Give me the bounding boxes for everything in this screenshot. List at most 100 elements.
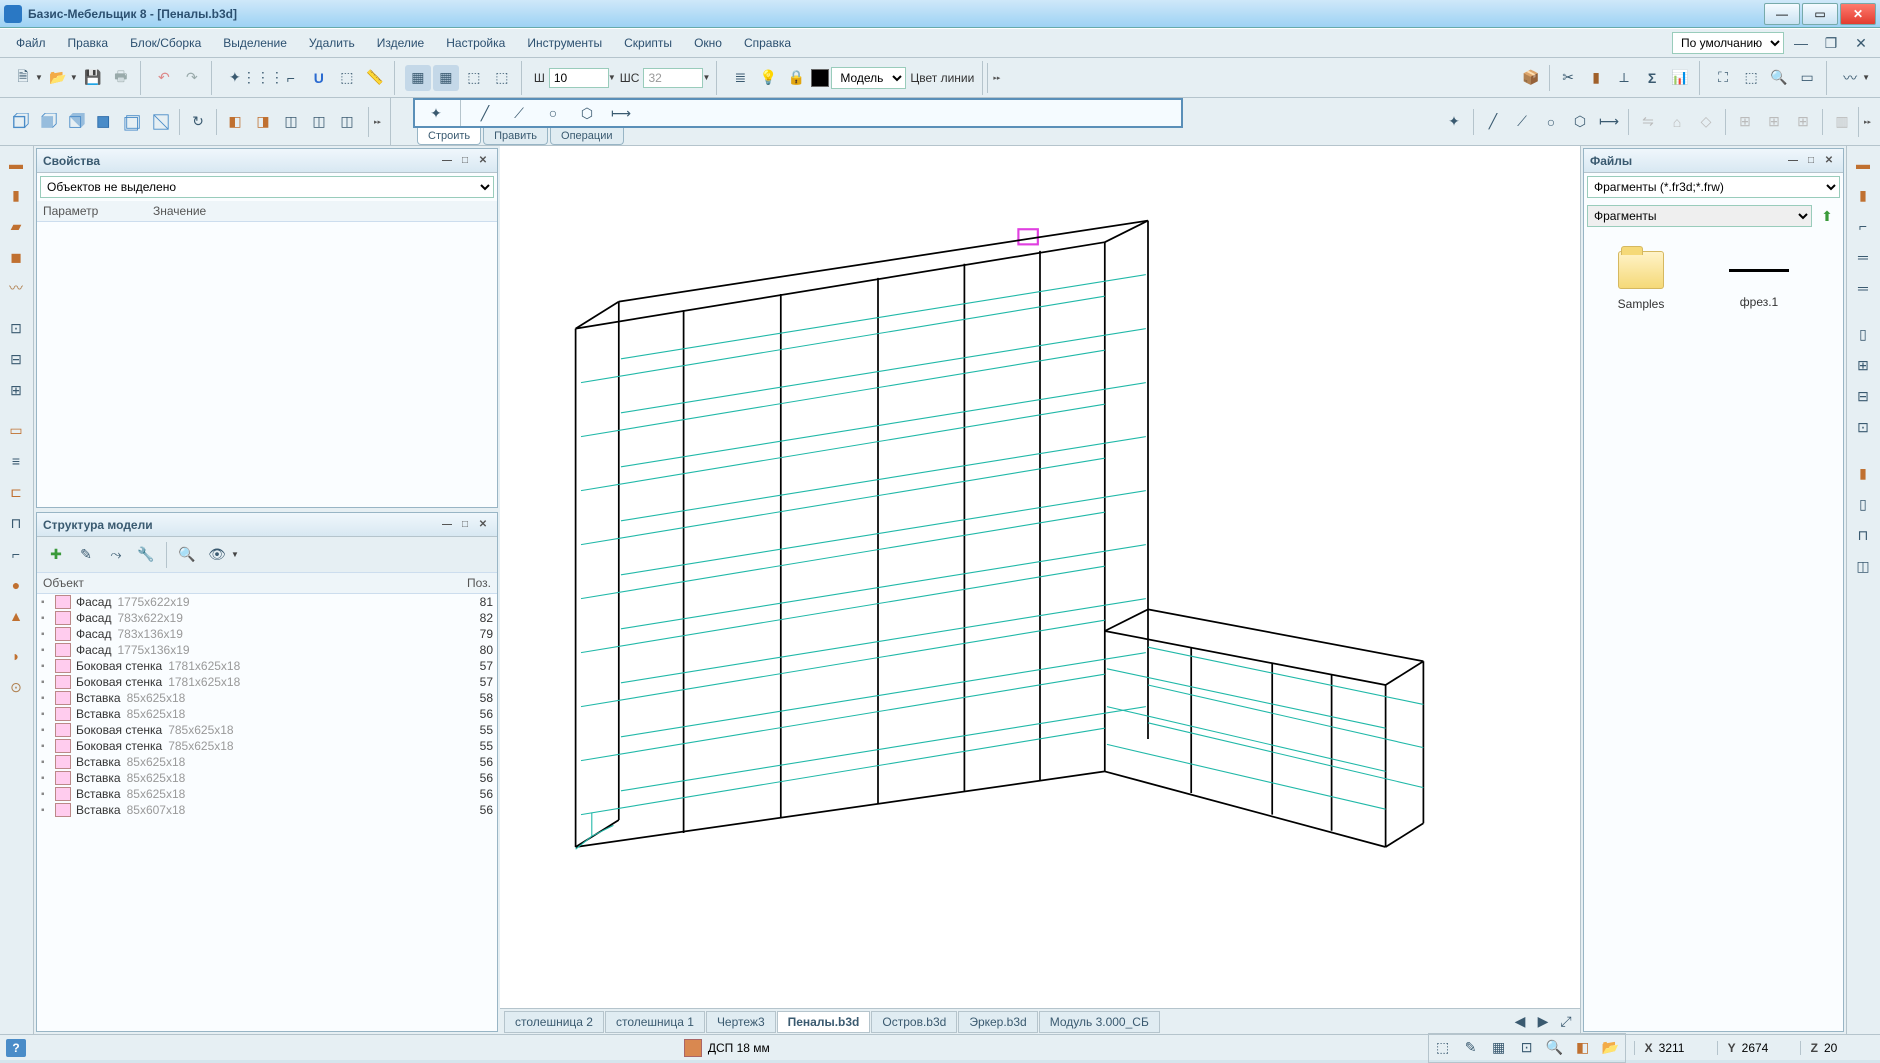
redo-button[interactable]: ↷ <box>179 65 205 91</box>
model-select[interactable]: Модель <box>831 67 906 89</box>
files-path-select[interactable]: Фрагменты <box>1587 205 1812 227</box>
grid-icon[interactable]: ⋮⋮⋮ <box>250 65 276 91</box>
tool-1-icon[interactable]: ▦ <box>405 65 431 91</box>
zoom-icon[interactable]: 🔍 <box>1766 65 1792 91</box>
curve-icon[interactable]: 〰 <box>1837 65 1863 91</box>
view-cube-5-icon[interactable] <box>120 109 146 135</box>
chevron-down-icon[interactable]: ▼ <box>70 73 78 82</box>
hex-2-icon[interactable]: ⬡ <box>1567 109 1593 135</box>
profile-icon[interactable]: 〰 <box>2 274 30 302</box>
tree-row[interactable]: ▪ Боковая стенка 1781x625x18 57 <box>37 658 497 674</box>
r-profile-icon[interactable]: ⌐ <box>1849 212 1877 240</box>
file-item-line[interactable]: фрез.1 <box>1714 251 1804 311</box>
circle-2-icon[interactable]: ○ <box>1538 109 1564 135</box>
menu-tools[interactable]: Инструменты <box>517 32 612 54</box>
file-item-folder[interactable]: Samples <box>1596 251 1686 311</box>
sigma-icon[interactable]: Σ <box>1639 65 1665 91</box>
expander-icon[interactable]: ▪ <box>41 677 55 688</box>
struct-edit-icon[interactable]: ✎ <box>73 542 99 568</box>
wire-2-icon[interactable]: ◫ <box>306 109 332 135</box>
r-assembly-icon[interactable]: ⊞ <box>1849 351 1877 379</box>
status-btn-5[interactable]: 🔍 <box>1542 1035 1568 1061</box>
tree-row[interactable]: ▪ Вставка 85x625x18 56 <box>37 770 497 786</box>
structure-tree[interactable]: ▪ Фасад 1775x622x19 81▪ Фасад 783x622x19… <box>37 594 497 1031</box>
r-assembly-3-icon[interactable]: ⊡ <box>1849 413 1877 441</box>
panel-minimize-button[interactable]: — <box>439 153 455 169</box>
tree-row[interactable]: ▪ Вставка 85x625x18 56 <box>37 754 497 770</box>
r-vbar-icon[interactable]: ▯ <box>1849 320 1877 348</box>
viewport-tab-3[interactable]: Пеналы.b3d <box>777 1011 871 1033</box>
panel-maximize-button[interactable]: □ <box>457 517 473 533</box>
menu-select[interactable]: Выделение <box>213 32 297 54</box>
tree-row[interactable]: ▪ Вставка 85x625x18 56 <box>37 786 497 802</box>
undo-button[interactable]: ↶ <box>151 65 177 91</box>
open-button[interactable]: 📂 <box>45 65 71 91</box>
doc-close-button[interactable]: ✕ <box>1848 30 1874 56</box>
view-cube-1-icon[interactable] <box>8 109 34 135</box>
files-filter-select[interactable]: Фрагменты (*.fr3d;*.frw) <box>1587 176 1840 198</box>
r-door-icon[interactable]: ▮ <box>1849 459 1877 487</box>
dim-2-icon[interactable]: ⟼ <box>1596 109 1622 135</box>
panel-minimize-button[interactable]: — <box>439 517 455 533</box>
files-up-button[interactable]: ⬆ <box>1814 203 1840 229</box>
status-btn-4[interactable]: ⊡ <box>1514 1035 1540 1061</box>
tree-row[interactable]: ▪ Боковая стенка 1781x625x18 57 <box>37 674 497 690</box>
panel-minimize-button[interactable]: — <box>1785 153 1801 169</box>
menu-file[interactable]: Файл <box>6 32 56 54</box>
panel-maximize-button[interactable]: □ <box>1803 153 1819 169</box>
tree-row[interactable]: ▪ Фасад 783x136x19 79 <box>37 626 497 642</box>
expander-icon[interactable]: ▪ <box>41 773 55 784</box>
viewport-tab-0[interactable]: столешница 2 <box>504 1011 604 1033</box>
panel-close-button[interactable]: ✕ <box>1821 153 1837 169</box>
clip-icon[interactable]: ⌐ <box>2 540 30 568</box>
array-3-icon[interactable]: ⊞ <box>1790 109 1816 135</box>
drawer-icon[interactable]: ⊏ <box>2 478 30 506</box>
expander-icon[interactable]: ▪ <box>41 805 55 816</box>
panel-h-icon[interactable]: ▬ <box>2 150 30 178</box>
panel-close-button[interactable]: ✕ <box>475 153 491 169</box>
expander-icon[interactable]: ▪ <box>41 789 55 800</box>
expander-icon[interactable]: ▪ <box>41 693 55 704</box>
shelf-icon[interactable]: ≡ <box>2 447 30 475</box>
maximize-button[interactable]: ▭ <box>1802 3 1838 25</box>
hex-tool-icon[interactable]: ⬡ <box>574 100 600 126</box>
expander-icon[interactable]: ▪ <box>41 613 55 624</box>
joint-3-icon[interactable]: ⊞ <box>2 376 30 404</box>
panel-front-icon[interactable]: ▰ <box>2 212 30 240</box>
chevron-down-icon[interactable]: ▼ <box>702 73 710 82</box>
chevron-down-icon[interactable]: ▼ <box>1862 73 1870 82</box>
print-button[interactable]: 🖶 <box>108 65 134 91</box>
viewport-canvas[interactable] <box>500 146 1580 1008</box>
circle-tool-icon[interactable]: ○ <box>540 100 566 126</box>
tool-icon[interactable]: ⟂ <box>1611 65 1637 91</box>
fit-icon[interactable]: ⛶ <box>1710 65 1736 91</box>
tree-row[interactable]: ▪ Вставка 85x607x18 56 <box>37 802 497 818</box>
tree-row[interactable]: ▪ Фасад 1775x622x19 81 <box>37 594 497 610</box>
panel-sq-icon[interactable]: ◼ <box>2 243 30 271</box>
fitting-icon[interactable]: ⊙ <box>2 673 30 701</box>
chart-icon[interactable]: 📊 <box>1667 65 1693 91</box>
view-cube-3-icon[interactable] <box>64 109 90 135</box>
r-panel-1-icon[interactable]: ▬ <box>1849 150 1877 178</box>
viewport-tab-5[interactable]: Эркер.b3d <box>958 1011 1037 1033</box>
lock-icon[interactable]: 🔒 <box>783 65 809 91</box>
expander-icon[interactable]: ▪ <box>41 661 55 672</box>
rotate-icon[interactable]: ↻ <box>185 109 211 135</box>
struct-add-icon[interactable]: ✚ <box>43 542 69 568</box>
tab-expand-button[interactable]: ⤢ <box>1556 1012 1576 1032</box>
tree-row[interactable]: ▪ Вставка 85x625x18 56 <box>37 706 497 722</box>
expander-icon[interactable]: ▪ <box>41 597 55 608</box>
view-cube-4-icon[interactable] <box>92 109 118 135</box>
viewport-tab-6[interactable]: Модуль 3.000_СБ <box>1039 1011 1160 1033</box>
close-button[interactable]: ✕ <box>1840 3 1876 25</box>
r-glass-icon[interactable]: ▯ <box>1849 490 1877 518</box>
tree-row[interactable]: ▪ Вставка 85x625x18 58 <box>37 690 497 706</box>
layout-preset-select[interactable]: По умолчанию <box>1672 32 1784 54</box>
status-btn-7[interactable]: 📂 <box>1598 1035 1624 1061</box>
panel-close-button[interactable]: ✕ <box>475 517 491 533</box>
chevron-down-icon[interactable]: ▼ <box>608 73 616 82</box>
chevron-down-icon[interactable]: ▼ <box>35 73 43 82</box>
joint-2-icon[interactable]: ⊟ <box>2 345 30 373</box>
menu-delete[interactable]: Удалить <box>299 32 365 54</box>
magnet-icon[interactable]: U <box>306 65 332 91</box>
